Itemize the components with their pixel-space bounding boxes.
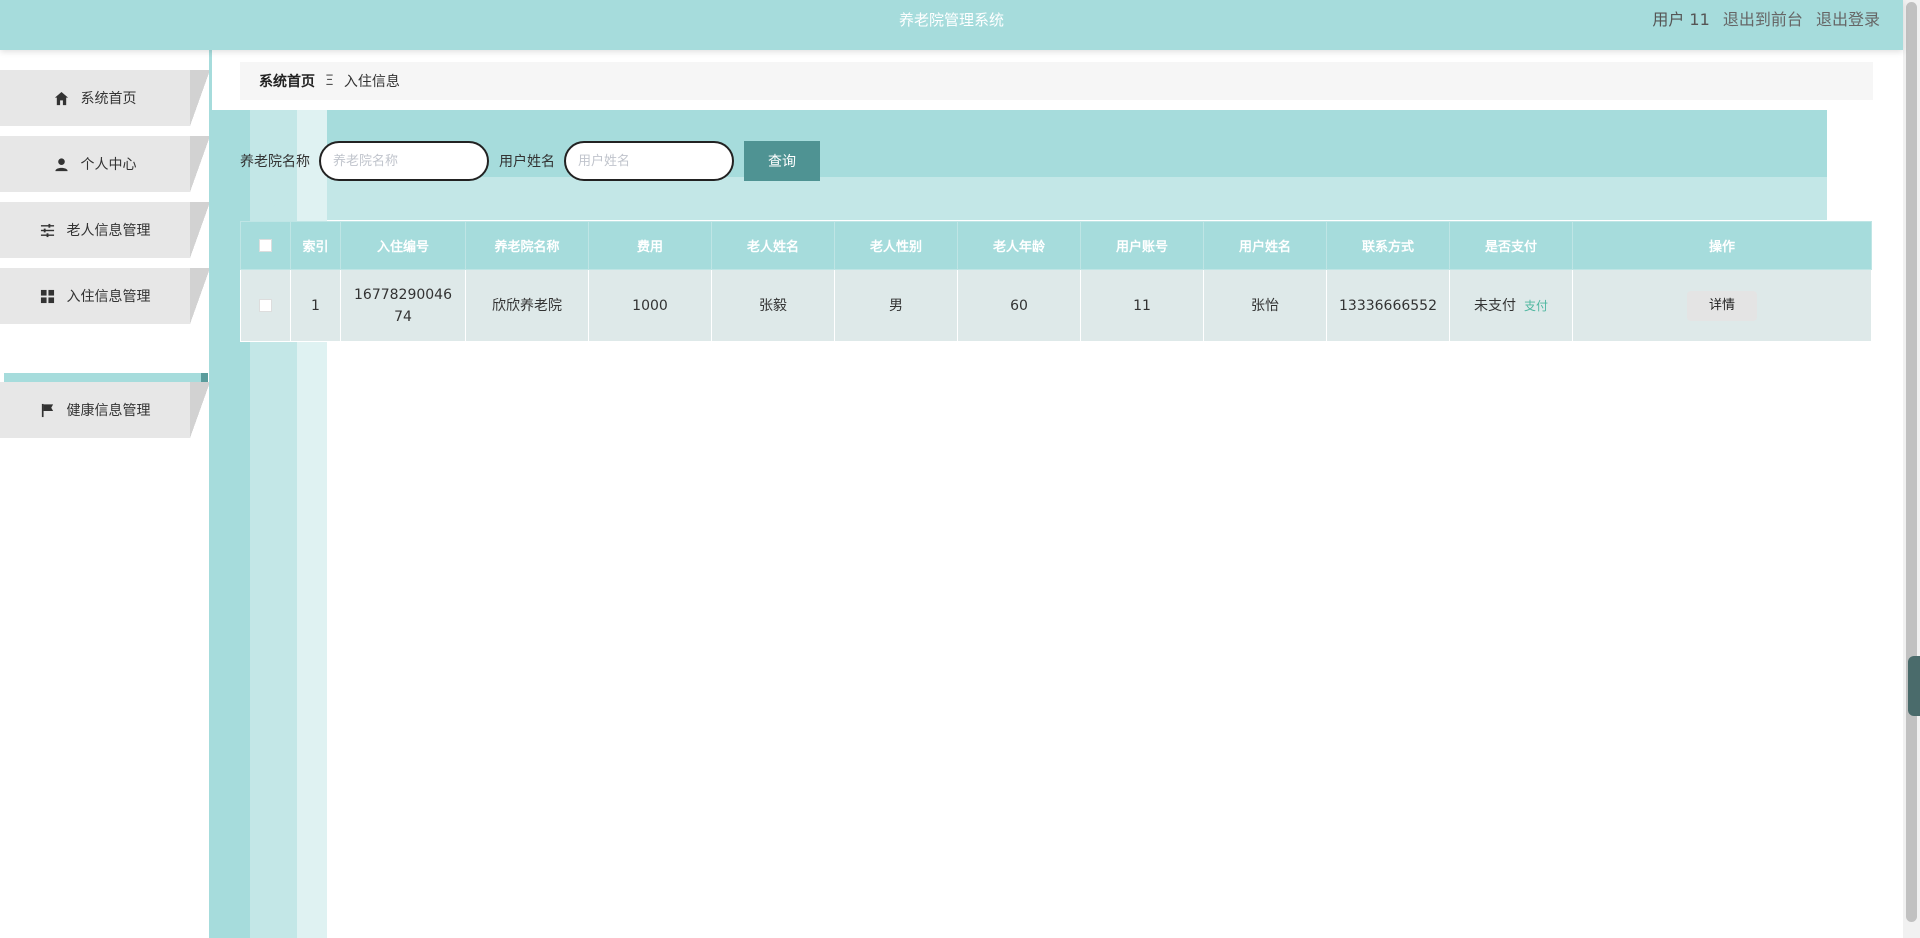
top-header: 养老院管理系统 用户 11 退出到前台 退出登录 <box>0 0 1903 50</box>
table-header-row: 索引 入住编号 养老院名称 费用 老人姓名 老人性别 老人年龄 用户账号 用户姓… <box>240 221 1872 270</box>
column-header: 入住编号 <box>340 221 466 270</box>
column-header: 老人性别 <box>834 221 958 270</box>
select-all-cell <box>240 221 291 270</box>
breadcrumb-home[interactable]: 系统首页 <box>259 71 315 91</box>
cell-contact: 13336666552 <box>1326 269 1450 342</box>
sidebar-item-checkin-management[interactable]: 入住信息管理 <box>0 268 210 324</box>
column-header: 养老院名称 <box>465 221 589 270</box>
cell-elder-name: 张毅 <box>711 269 835 342</box>
back-to-front-link[interactable]: 退出到前台 <box>1723 10 1803 29</box>
grid-icon <box>40 289 54 303</box>
side-handle[interactable] <box>1908 656 1920 716</box>
home-name-label: 养老院名称 <box>240 154 310 170</box>
flag-icon <box>41 403 53 417</box>
search-button[interactable]: 查询 <box>744 141 820 181</box>
cell-home-name: 欣欣养老院 <box>465 269 589 342</box>
cell-checkin-no: 1677829004674 <box>340 269 466 342</box>
column-header: 费用 <box>588 221 712 270</box>
sidebar-item-elder-management[interactable]: 老人信息管理 <box>0 202 210 258</box>
cell-user-account: 11 <box>1080 269 1204 342</box>
sidebar-item-label: 系统首页 <box>80 91 137 107</box>
user-label: 用户 11 <box>1652 10 1710 29</box>
cell-elder-age: 60 <box>957 269 1081 342</box>
sidebar-item-label: 老人信息管理 <box>66 223 151 239</box>
breadcrumb: 系统首页 Ξ 入住信息 <box>240 62 1873 100</box>
cell-pay-status: 未支付 支付 <box>1449 269 1573 342</box>
column-header: 老人姓名 <box>711 221 835 270</box>
table-row: 1 1677829004674 欣欣养老院 1000 张毅 男 60 11 张怡… <box>240 269 1872 342</box>
search-bar: 养老院名称 用户姓名 查询 <box>240 141 820 181</box>
row-select-cell <box>240 269 291 342</box>
column-header: 操作 <box>1572 221 1872 270</box>
column-header: 老人年龄 <box>957 221 1081 270</box>
user-name-label: 用户姓名 <box>499 154 555 170</box>
select-all-checkbox[interactable] <box>259 239 272 252</box>
sidebar-item-label: 入住信息管理 <box>66 289 151 305</box>
checkin-table: 索引 入住编号 养老院名称 费用 老人姓名 老人性别 老人年龄 用户账号 用户姓… <box>240 221 1872 342</box>
row-checkbox[interactable] <box>259 299 272 312</box>
column-header: 索引 <box>290 221 341 270</box>
cell-index: 1 <box>290 269 341 342</box>
user-area: 用户 11 退出到前台 退出登录 <box>1644 0 1880 40</box>
user-icon <box>54 157 68 171</box>
app-title: 养老院管理系统 <box>898 11 1004 29</box>
column-header: 是否支付 <box>1449 221 1573 270</box>
breadcrumb-separator-icon: Ξ <box>325 73 334 89</box>
sidebar-item-label: 个人中心 <box>80 157 137 173</box>
cell-fee: 1000 <box>588 269 712 342</box>
detail-button[interactable]: 详情 <box>1687 290 1757 321</box>
sliders-icon <box>40 223 54 237</box>
cell-action: 详情 <box>1572 269 1872 342</box>
logout-link[interactable]: 退出登录 <box>1816 10 1880 29</box>
sidebar: 系统首页 个人中心 老人信息管理 入住信息管理 入住信息 健康信息管理 <box>0 50 212 938</box>
sidebar-item-profile[interactable]: 个人中心 <box>0 136 210 192</box>
home-name-input[interactable] <box>319 141 489 181</box>
column-header: 用户账号 <box>1080 221 1204 270</box>
sidebar-item-health-management[interactable]: 健康信息管理 <box>0 382 210 438</box>
pay-link[interactable]: 支付 <box>1524 299 1548 313</box>
sidebar-item-home[interactable]: 系统首页 <box>0 70 210 126</box>
cell-elder-gender: 男 <box>834 269 958 342</box>
pay-status-text: 未支付 <box>1473 297 1516 314</box>
home-icon <box>54 91 68 105</box>
cell-user-name: 张怡 <box>1203 269 1327 342</box>
sidebar-item-label: 健康信息管理 <box>66 403 151 419</box>
column-header: 联系方式 <box>1326 221 1450 270</box>
breadcrumb-current: 入住信息 <box>343 74 400 90</box>
column-header: 用户姓名 <box>1203 221 1327 270</box>
user-name-input[interactable] <box>564 141 734 181</box>
scrollbar-thumb[interactable] <box>1906 2 1917 922</box>
